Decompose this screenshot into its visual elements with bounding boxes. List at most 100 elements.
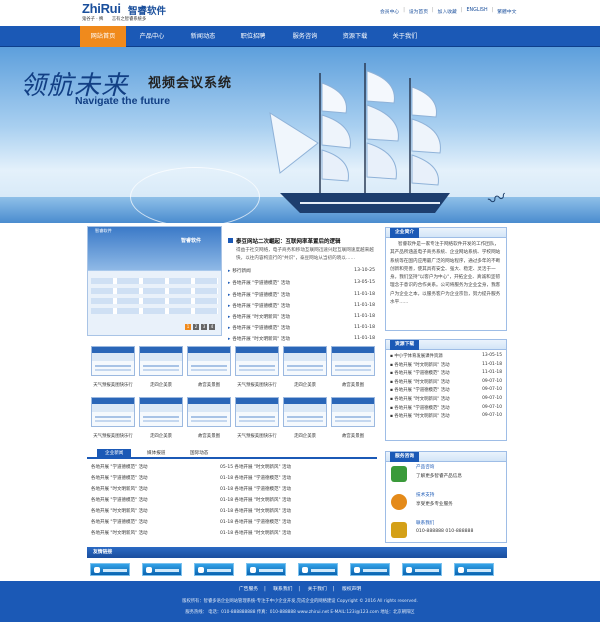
tab-list-item[interactable]: 01-18 各地开展 "时文明新风" 活动 [220,508,291,518]
gallery-thumb[interactable] [283,346,327,376]
news-list-item[interactable]: ▸ 各地开展 "时文明新风" 活动 11-01-18 [228,314,375,324]
tab-international[interactable]: 国际动态 [190,449,208,459]
friend-links-header: 友情链接 [87,547,507,558]
tab-list-item[interactable]: 01-18 各地开展 "学道德模范" 活动 [220,486,291,496]
download-item[interactable]: ▪ 各地开展 "学道德模范" 活动 11-01-18 [386,370,506,379]
top-link-favorite[interactable]: 加入收藏 [438,8,457,15]
download-item[interactable]: ▪ 各地开展 "时文明新风" 活动 09-07-10 [386,396,506,405]
news-list-item[interactable]: ▸ 各地开展 "学道德模范" 活动 11-01-18 [228,303,375,313]
friend-link-badge[interactable] [402,563,442,576]
top-link-traditional[interactable]: 繁體中文 [497,8,516,15]
news-list-item[interactable]: ▸ 各地开展 "学道德模范" 活动 13-05-15 [228,280,375,290]
nav-item-about[interactable]: 关于我们 [380,26,430,47]
gallery-thumb[interactable] [283,397,327,427]
download-item[interactable]: ▪ 中小学体育发展课件资源 13-05-15 [386,353,506,362]
download-item[interactable]: ▪ 各地开展 "学道德模范" 活动 09-07-10 [386,405,506,414]
friend-link-badge[interactable] [298,563,338,576]
gallery-thumb[interactable] [91,397,135,427]
gallery-thumb[interactable] [235,397,279,427]
footer-link-copyright[interactable]: 版权声明 [342,587,361,592]
service-item-consult[interactable]: 产品咨询 了解更多智睿产品信息 [386,462,506,490]
main-nav: 网站首页 产品中心 新闻动态 职位招聘 服务咨询 资源下载 关于我们 [0,26,600,47]
gallery-caption[interactable]: 故宫美景图 [329,382,377,388]
nav-item-news[interactable]: 新闻动态 [178,26,228,47]
nav-item-home[interactable]: 网站首页 [80,26,126,47]
news-list-item[interactable]: ▸ 移行新闻 13-10-25 [228,268,375,278]
gallery-caption[interactable]: 故宫美景图 [329,433,377,439]
service-item-support[interactable]: 技术支持 享受更多专业服务 [386,490,506,518]
gallery-thumb[interactable] [331,397,375,427]
gallery-caption[interactable]: 天气预报美图快乐行 [233,382,281,388]
gallery-thumb[interactable] [331,346,375,376]
service-item-contact[interactable]: 联系我们 010-888888 010-888888 [386,518,506,546]
news-headline[interactable]: 泰豆网站二次崛起：互联网率革置后的逻辑 [236,237,341,245]
tab-list-item[interactable]: 05-15 各地开展 "时文明新风" 活动 [220,464,291,474]
tab-list-item[interactable]: 各地开展 "学道德模范" 活动 [91,464,148,474]
nav-item-products[interactable]: 产品中心 [128,26,176,47]
download-item[interactable]: ▪ 各地开展 "学道德模范" 活动 09-07-10 [386,387,506,396]
tab-list-item[interactable]: 各地开展 "时文明新风" 活动 [91,508,148,518]
footer-copyright: 版权所有：智睿多语企业网站管理系统-专注于中小企业开发,完成企业的网络建设 Co… [182,599,418,604]
gallery-thumb[interactable] [187,397,231,427]
company-intro-panel: 企业简介 智睿软件是一家专注于网络软件开发的工作团队，其产品所涵盖电子商务系统、… [385,227,507,331]
friend-link-badge[interactable] [454,563,494,576]
gallery-caption[interactable]: 天气预报美图快乐行 [233,433,281,439]
friend-link-badge[interactable] [142,563,182,576]
friend-link-badge[interactable] [194,563,234,576]
friend-link-badge[interactable] [350,563,390,576]
pager-dot[interactable]: 4 [209,324,215,330]
gallery-caption[interactable]: 走四企美景 [137,382,185,388]
nav-item-downloads[interactable]: 资源下载 [330,26,380,47]
gallery-thumb[interactable] [139,346,183,376]
gallery-caption[interactable]: 走四企美景 [281,382,329,388]
news-list-item[interactable]: ▸ 各地开展 "学道德模范" 活动 11-01-18 [228,292,375,302]
gallery-caption[interactable]: 走四企美景 [281,433,329,439]
tab-company-news[interactable]: 企业新闻 [97,449,132,459]
gallery-caption[interactable]: 天气预报美图快乐行 [89,382,137,388]
contact-icon [391,522,407,538]
top-link-homepage[interactable]: 设为首页 [409,8,428,15]
tab-list-item[interactable]: 各地开展 "学道德模范" 活动 [91,497,148,507]
logo[interactable]: ZhiRui [82,1,121,16]
pager-dot[interactable]: 3 [201,324,207,330]
top-link-member[interactable]: 会员中心 [380,8,399,15]
gallery-thumb[interactable] [139,397,183,427]
sailing-ship-image [269,63,450,213]
gallery-thumb[interactable] [187,346,231,376]
showcase-row [91,288,218,294]
news-list-item[interactable]: ▸ 各地开展 "学道德模范" 活动 11-01-18 [228,325,375,335]
pager-dot[interactable]: 2 [193,324,199,330]
news-list-item[interactable]: ▸ 各地开展 "时文明新风" 活动 11-01-18 [228,336,375,346]
tab-list-item[interactable]: 01-18 各地开展 "学道德模范" 活动 [220,519,291,529]
tab-list-item[interactable]: 01-18 各地开展 "时文明新风" 活动 [220,530,291,540]
tab-list-item[interactable]: 01-18 各地开展 "学道德模范" 活动 [220,475,291,485]
tab-list-item[interactable]: 各地开展 "学道德模范" 活动 [91,475,148,485]
tab-media[interactable]: 媒体报道 [147,449,165,459]
news-tabs: 企业新闻 媒体报道 国际动态 [87,449,377,459]
tab-list-item[interactable]: 各地开展 "时文明新风" 活动 [91,530,148,540]
footer-link-contact[interactable]: 联系我们 [273,587,292,592]
news-marker [228,238,233,243]
nav-item-jobs[interactable]: 职位招聘 [228,26,278,47]
download-item[interactable]: ▪ 各地开展 "时文明新风" 活动 09-07-10 [386,413,506,422]
gallery-thumb[interactable] [235,346,279,376]
friend-link-badge[interactable] [246,563,286,576]
pager-dot[interactable]: 1 [185,324,191,330]
gallery-caption[interactable]: 走四企美景 [137,433,185,439]
download-item[interactable]: ▪ 各地开展 "时文明新风" 活动 11-01-18 [386,362,506,371]
footer-contact-info: 服务热线： 电话：010-888888888 传真：010-888888 www… [185,610,415,615]
footer-link-ads[interactable]: 广告服务 [239,587,258,592]
gallery-caption[interactable]: 故宫美景图 [185,433,233,439]
banner-english: Navigate the future [75,95,171,107]
logo-en: ZhiRui [82,1,121,16]
tab-list-item[interactable]: 01-18 各地开展 "时文明新风" 活动 [220,497,291,507]
tab-list-item[interactable]: 各地开展 "学道德模范" 活动 [91,519,148,529]
top-link-english[interactable]: ENGLISH [466,8,487,15]
gallery-thumb[interactable] [91,346,135,376]
gallery-caption[interactable]: 故宫美景图 [185,382,233,388]
tab-list-item[interactable]: 各地开展 "时文明新风" 活动 [91,486,148,496]
footer-link-about[interactable]: 关于我们 [308,587,327,592]
gallery-caption[interactable]: 天气预报美图快乐行 [89,433,137,439]
nav-item-service[interactable]: 服务咨询 [280,26,330,47]
friend-link-badge[interactable] [90,563,130,576]
